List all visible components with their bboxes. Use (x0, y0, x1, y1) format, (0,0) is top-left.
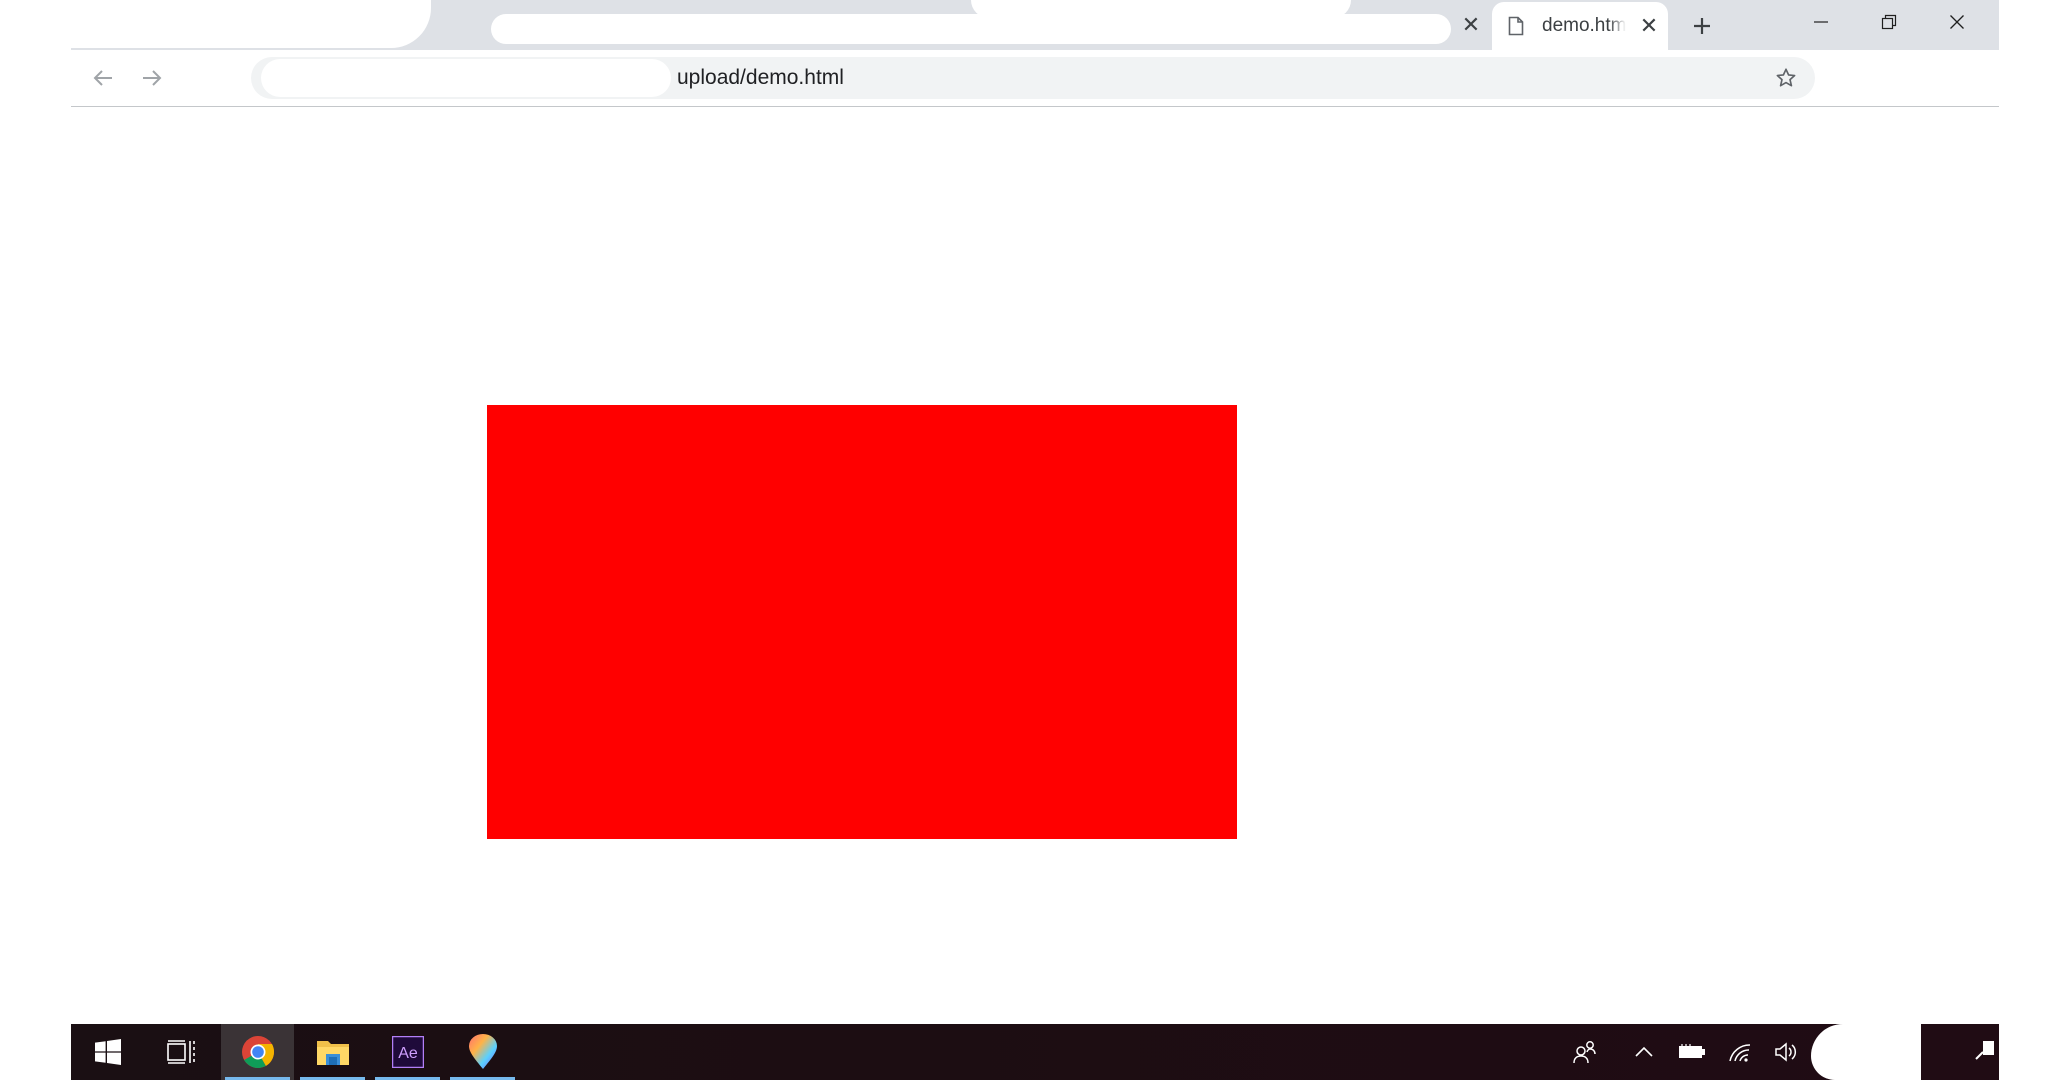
taskbar: Ae (71, 1024, 1999, 1080)
redacted-area (491, 14, 1451, 44)
browser-window: ✕ demo.html ✕ upload/demo.html (71, 0, 1999, 1020)
file-explorer-icon (316, 1041, 349, 1065)
red-box (487, 405, 1237, 839)
taskbar-paint-3d[interactable] (446, 1024, 519, 1080)
forward-button[interactable] (132, 58, 172, 98)
close-window-button[interactable] (1923, 0, 1991, 44)
tab-close-icon[interactable]: ✕ (1634, 11, 1664, 41)
redacted-area (261, 59, 671, 97)
bookmark-star-button[interactable] (1769, 61, 1803, 95)
windows-logo-icon (94, 1039, 121, 1065)
chevron-up-icon (1635, 1046, 1653, 1057)
back-button[interactable] (83, 58, 123, 98)
notification-icon (1975, 1041, 1994, 1060)
taskbar-file-explorer[interactable] (296, 1024, 369, 1080)
battery-button[interactable] (1669, 1024, 1715, 1080)
address-bar[interactable]: upload/demo.html (251, 57, 1815, 99)
redacted-clock-area (1811, 1024, 1921, 1080)
after-effects-icon: Ae (391, 1036, 424, 1068)
redacted-area (971, 0, 1351, 18)
people-button[interactable] (1562, 1024, 1608, 1080)
arrow-left-icon (93, 70, 112, 86)
new-tab-button[interactable] (1682, 6, 1722, 46)
taskbar-after-effects[interactable]: Ae (371, 1024, 444, 1080)
wifi-icon (1729, 1044, 1751, 1062)
paint-3d-icon (468, 1034, 497, 1069)
start-button[interactable] (71, 1024, 144, 1080)
show-hidden-icons-button[interactable] (1621, 1024, 1667, 1080)
tab-strip: ✕ demo.html ✕ (71, 0, 1999, 50)
task-view-button[interactable] (144, 1024, 217, 1080)
action-center-button[interactable] (1971, 1024, 1999, 1080)
browser-toolbar: upload/demo.html (71, 50, 1999, 107)
people-icon (1573, 1041, 1596, 1064)
network-button[interactable] (1717, 1024, 1763, 1080)
restore-icon (1881, 14, 1897, 30)
minimize-button[interactable] (1787, 0, 1855, 44)
redacted-area (71, 0, 431, 48)
battery-icon (1679, 1044, 1705, 1058)
star-icon (1776, 68, 1796, 87)
minimize-icon (1814, 21, 1828, 23)
taskbar-chrome[interactable] (221, 1024, 294, 1080)
after-effects-label: Ae (398, 1045, 418, 1062)
file-icon (1508, 16, 1524, 36)
plus-icon (1694, 18, 1710, 34)
tab-demo-html[interactable]: demo.html ✕ (1492, 2, 1668, 50)
close-icon (1950, 15, 1964, 29)
speaker-icon (1775, 1042, 1797, 1062)
prev-tab-close-icon[interactable]: ✕ (1454, 8, 1488, 42)
restore-button[interactable] (1855, 0, 1923, 44)
url-text: upload/demo.html (677, 66, 844, 89)
task-view-icon (166, 1040, 195, 1064)
chrome-icon (241, 1036, 274, 1069)
tab-title: demo.html (1542, 15, 1626, 36)
arrow-right-icon (143, 70, 162, 86)
screen: ✕ demo.html ✕ upload/demo.html Ae (0, 0, 2061, 1080)
page-content (71, 107, 1999, 1020)
volume-button[interactable] (1763, 1024, 1809, 1080)
